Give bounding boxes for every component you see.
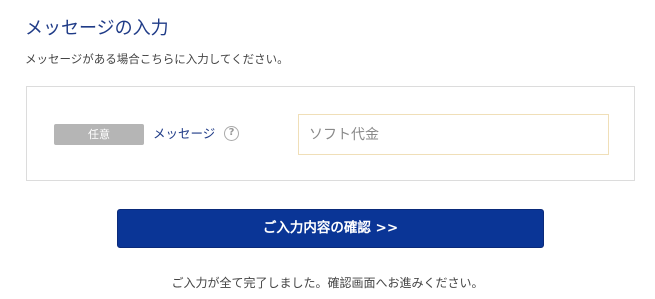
completion-note: ご入力が全て完了しました。確認画面へお進みください。 <box>171 276 484 290</box>
message-form-box: 任意 メッセージ ? <box>26 86 635 181</box>
message-input[interactable] <box>298 114 609 155</box>
section-title: メッセージの入力 <box>25 18 169 39</box>
message-field-label: メッセージ <box>153 126 216 141</box>
optional-badge: 任意 <box>54 124 144 145</box>
section-description: メッセージがある場合こちらに入力してください。 <box>25 52 289 66</box>
confirm-input-button[interactable]: ご入力内容の確認 >> <box>117 209 544 248</box>
question-circle-icon[interactable]: ? <box>224 126 239 141</box>
